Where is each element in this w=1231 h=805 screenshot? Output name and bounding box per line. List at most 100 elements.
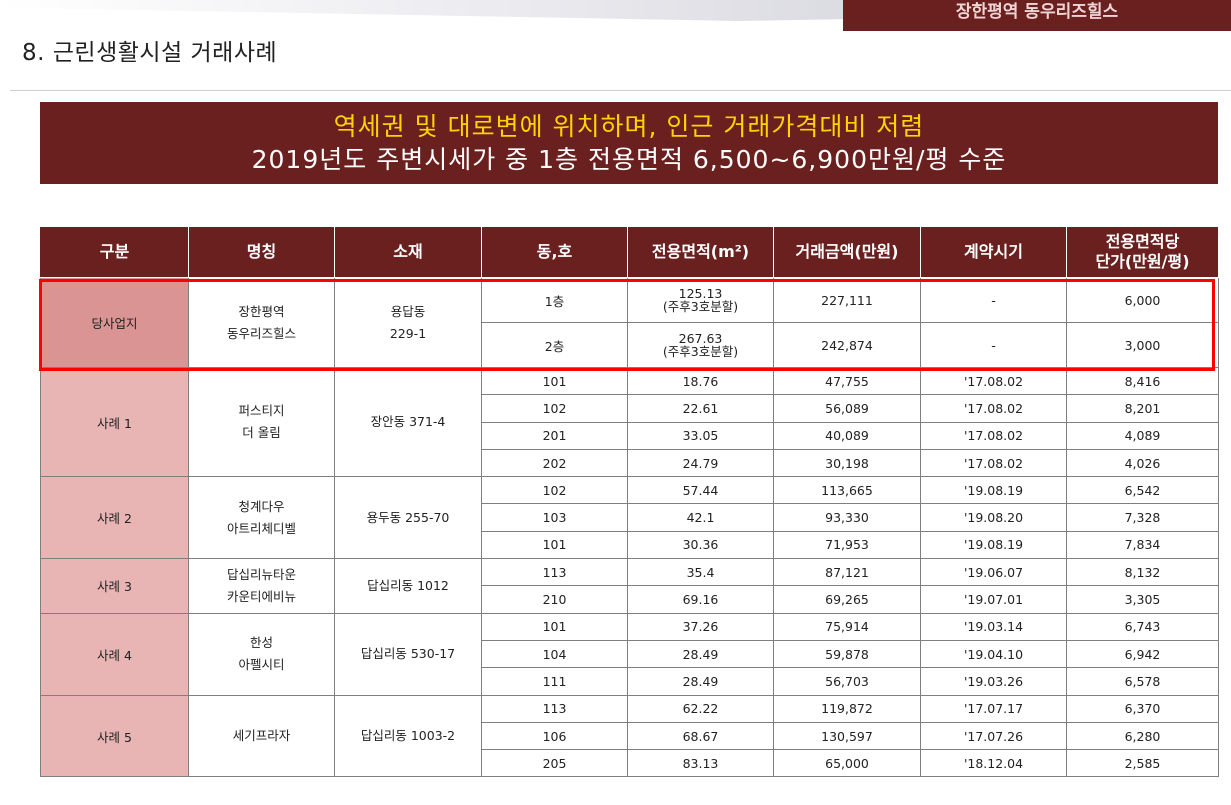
headline-banner: 역세권 및 대로변에 위치하며, 인근 거래가격대비 저렴 2019년도 주변시… <box>40 102 1218 184</box>
location-cell: 용답동 229-1 <box>334 277 482 368</box>
unit-price-cell: 3,305 <box>1066 585 1219 614</box>
unit-cell: 102 <box>481 394 628 423</box>
unit-cell: 102 <box>481 476 628 505</box>
unit-cell: 113 <box>481 558 628 587</box>
name-cell: 세기프라자 <box>188 694 335 778</box>
unit-price-cell: 6,942 <box>1066 639 1219 669</box>
name-cell: 퍼스티지더 올림 <box>188 366 335 478</box>
unit-cell: 101 <box>481 612 628 641</box>
name-line-2: 동우리즈힐스 <box>226 325 296 341</box>
table-header-row: 구분 명칭 소재 동,호 전용면적(m²) 거래금액(만원) 계약시기 전용면적… <box>40 226 1219 278</box>
price-cell: 119,872 <box>773 694 921 723</box>
unit-price-cell: 7,328 <box>1066 503 1219 532</box>
area-note: (주후3호분할) <box>662 299 739 314</box>
name-cell: 답십리뉴타운 카운티에비뉴 <box>188 558 335 614</box>
area-cell: 42.1 <box>627 503 774 532</box>
headline-line-1: 역세권 및 대로변에 위치하며, 인근 거래가격대비 저렴 <box>333 112 925 141</box>
unit-cell: 104 <box>481 639 628 669</box>
header-unit: 동,호 <box>481 226 628 278</box>
header-unit-price: 전용면적당 단가(만원/평) <box>1066 226 1219 278</box>
unit-price-cell: 6,542 <box>1066 476 1219 505</box>
name-line-2: 카운티에비뉴 <box>226 588 296 604</box>
contract-date-cell: '17.07.17 <box>920 694 1067 723</box>
contract-date-cell: '19.06.07 <box>920 558 1067 587</box>
unit-cell: 113 <box>481 694 628 723</box>
table-row: 사례 2 청계다우 아트리체디벨 용두동 255-70 102 57.44 113,665 '… <box>40 476 1219 560</box>
contract-date-cell: - <box>920 277 1067 323</box>
header-contract-date: 계약시기 <box>920 226 1067 278</box>
area-cell: 24.79 <box>627 448 774 478</box>
price-cell: 59,878 <box>773 639 921 669</box>
price-cell: 113,665 <box>773 476 921 505</box>
transaction-table: 구분 명칭 소재 동,호 전용면적(m²) 거래금액(만원) 계약시기 전용면적… <box>40 226 1219 778</box>
price-cell: 75,914 <box>773 612 921 641</box>
category-cell: 당사업지 <box>40 277 189 368</box>
unit-cell: 202 <box>481 448 628 478</box>
unit-cell: 210 <box>481 585 628 614</box>
name-cell: 한성아펠시티 <box>188 612 335 696</box>
location-line-1: 용답동 <box>390 303 426 319</box>
table-row: 사례 5 세기프라자 답십리동 1003-2 113 62.22 119,872'17.0… <box>40 694 1219 778</box>
contract-date-cell: '17.08.02 <box>920 421 1067 450</box>
price-cell: 65,000 <box>773 749 921 778</box>
contract-date-cell: '19.03.26 <box>920 667 1067 696</box>
location-cell: 용두동 255-70 <box>334 476 482 560</box>
contract-date-cell: '19.08.19 <box>920 530 1067 560</box>
unit-price-cell: 7,834 <box>1066 530 1219 560</box>
price-cell: 227,111 <box>773 277 921 323</box>
contract-date-cell: '19.07.01 <box>920 585 1067 614</box>
price-cell: 130,597 <box>773 721 921 751</box>
header-category: 구분 <box>40 226 189 278</box>
unit-cell: 103 <box>481 503 628 532</box>
unit-cell: 111 <box>481 667 628 696</box>
location-cell: 답십리동 1003-2 <box>334 694 482 778</box>
unit-price-cell: 6,370 <box>1066 694 1219 723</box>
header-name: 명칭 <box>188 226 335 278</box>
area-cell: 35.4 <box>627 558 774 587</box>
price-cell: 47,755 <box>773 366 921 396</box>
name-cell: 청계다우 아트리체디벨 <box>188 476 335 560</box>
unit-cell: 2층 <box>481 322 628 368</box>
brand-tag: 장한평역 동우리즈힐스 <box>843 0 1231 31</box>
unit-price-cell: 3,000 <box>1066 322 1219 368</box>
contract-date-cell: '17.07.26 <box>920 721 1067 751</box>
area-cell: 28.49 <box>627 639 774 669</box>
page-title: 8. 근린생활시설 거래사례 <box>22 40 278 66</box>
unit-price-cell: 8,416 <box>1066 366 1219 396</box>
unit-price-cell: 6,280 <box>1066 721 1219 751</box>
name-line-1: 장한평역 <box>238 303 285 319</box>
contract-date-cell: '19.08.20 <box>920 503 1067 532</box>
area-cell: 30.36 <box>627 530 774 560</box>
contract-date-cell: '17.08.02 <box>920 448 1067 478</box>
area-cell: 33.05 <box>627 421 774 450</box>
header-area: 전용면적(m²) <box>627 226 774 278</box>
area-cell: 69.16 <box>627 585 774 614</box>
table-row: 당사업지 장한평역 동우리즈힐스 용답동 229-1 1층 125.13 (주후3호분할) 22… <box>40 277 1219 368</box>
category-cell: 사례 4 <box>40 612 189 696</box>
area-cell: 267.63 (주후3호분할) <box>627 322 774 368</box>
price-cell: 56,089 <box>773 394 921 423</box>
contract-date-cell: '18.12.04 <box>920 749 1067 778</box>
unit-price-cell: 4,026 <box>1066 448 1219 478</box>
contract-date-cell: '19.04.10 <box>920 639 1067 669</box>
price-cell: 30,198 <box>773 448 921 478</box>
price-cell: 56,703 <box>773 667 921 696</box>
price-cell: 69,265 <box>773 585 921 614</box>
category-cell: 사례 5 <box>40 694 189 778</box>
area-cell: 125.13 (주후3호분할) <box>627 277 774 323</box>
contract-date-cell: '19.08.19 <box>920 476 1067 505</box>
price-cell: 87,121 <box>773 558 921 587</box>
name-line-2: 더 올림 <box>242 425 281 441</box>
area-cell: 18.76 <box>627 366 774 396</box>
unit-cell: 101 <box>481 366 628 396</box>
name-line-1: 퍼스티지 <box>238 403 285 419</box>
name-line-2: 아펠시티 <box>238 657 285 673</box>
location-cell: 장안동 371-4 <box>334 366 482 478</box>
unit-price-cell: 4,089 <box>1066 421 1219 450</box>
name-line-1: 한성 <box>249 635 273 651</box>
location-cell: 답십리동 1012 <box>334 558 482 614</box>
unit-price-cell: 8,132 <box>1066 558 1219 587</box>
header-price: 거래금액(만원) <box>773 226 921 278</box>
category-cell: 사례 2 <box>40 476 189 560</box>
table-row: 사례 3 답십리뉴타운 카운티에비뉴 답십리동 1012 113 35.4 87,121'1… <box>40 558 1219 614</box>
